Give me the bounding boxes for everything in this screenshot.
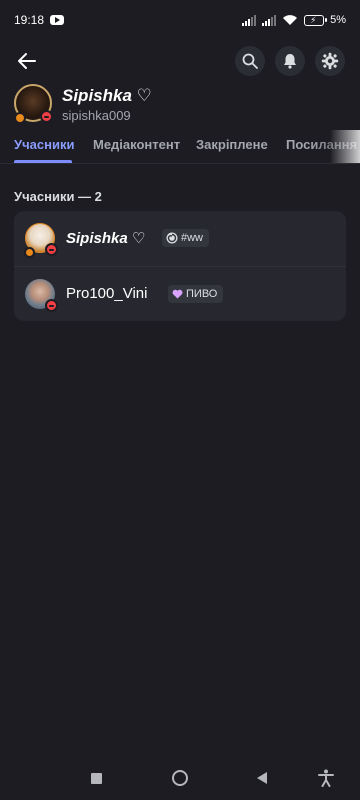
status-time: 19:18	[14, 13, 45, 27]
dnd-status-icon	[45, 243, 58, 256]
status-bar: 19:18 ⚡ 5%	[0, 0, 360, 40]
search-button[interactable]	[235, 46, 265, 76]
top-bar	[0, 44, 360, 78]
profile-username: sipishka009	[62, 108, 131, 123]
dnd-status-icon	[40, 110, 53, 123]
members-list: Sipishka ♡ #ww Pro100_Vini ПИВО	[14, 211, 346, 321]
members-section-title: Учасники — 2	[14, 189, 102, 204]
battery-percent: 5%	[330, 14, 346, 26]
member-row[interactable]: Pro100_Vini ПИВО	[14, 266, 346, 321]
recents-button[interactable]	[86, 768, 106, 788]
flame-badge-icon	[14, 112, 26, 124]
system-nav-bar	[0, 756, 360, 800]
spiral-icon	[166, 232, 178, 244]
profile-header: Sipishka ♡ sipishka009	[14, 84, 344, 128]
back-nav-button[interactable]	[252, 768, 272, 788]
tab-members[interactable]: Учасники	[14, 137, 74, 152]
dnd-status-icon	[45, 299, 58, 312]
back-button[interactable]	[12, 46, 42, 76]
member-name: Pro100_Vini	[66, 285, 148, 302]
gear-icon	[321, 52, 339, 70]
recents-square-icon	[90, 772, 102, 784]
accessibility-button[interactable]	[316, 768, 336, 788]
member-tag: ПИВО	[168, 285, 224, 303]
tab-media[interactable]: Медіаконтент	[93, 137, 180, 152]
arrow-left-icon	[18, 53, 36, 69]
heart-icon	[172, 289, 183, 299]
profile-display-name: Sipishka ♡	[62, 86, 152, 105]
bell-icon	[284, 54, 296, 69]
notifications-button[interactable]	[275, 46, 305, 76]
accessibility-icon	[318, 769, 334, 787]
battery-icon: ⚡	[304, 14, 328, 26]
tab-bar: Учасники Медіаконтент Закріплене Посилан…	[0, 130, 360, 164]
tab-scroll-fade	[310, 130, 360, 163]
member-tag-label: ПИВО	[186, 288, 218, 300]
search-icon	[242, 53, 258, 69]
member-row[interactable]: Sipishka ♡ #ww	[14, 211, 346, 266]
home-button[interactable]	[170, 768, 190, 788]
flame-badge-icon	[24, 247, 35, 258]
status-left: 19:18	[14, 13, 65, 27]
member-tag: #ww	[162, 229, 210, 247]
member-tag-label: #ww	[181, 232, 204, 244]
signal-icon-2	[262, 14, 277, 26]
status-right: ⚡ 5%	[242, 14, 346, 26]
member-name: Sipishka ♡	[66, 230, 146, 247]
settings-button[interactable]	[315, 46, 345, 76]
signal-icon	[242, 14, 257, 26]
youtube-icon	[50, 15, 65, 25]
active-tab-indicator	[14, 160, 72, 163]
wifi-icon	[283, 15, 298, 25]
tab-pinned[interactable]: Закріплене	[196, 137, 268, 152]
home-circle-icon	[172, 770, 188, 786]
back-triangle-icon	[257, 772, 267, 784]
